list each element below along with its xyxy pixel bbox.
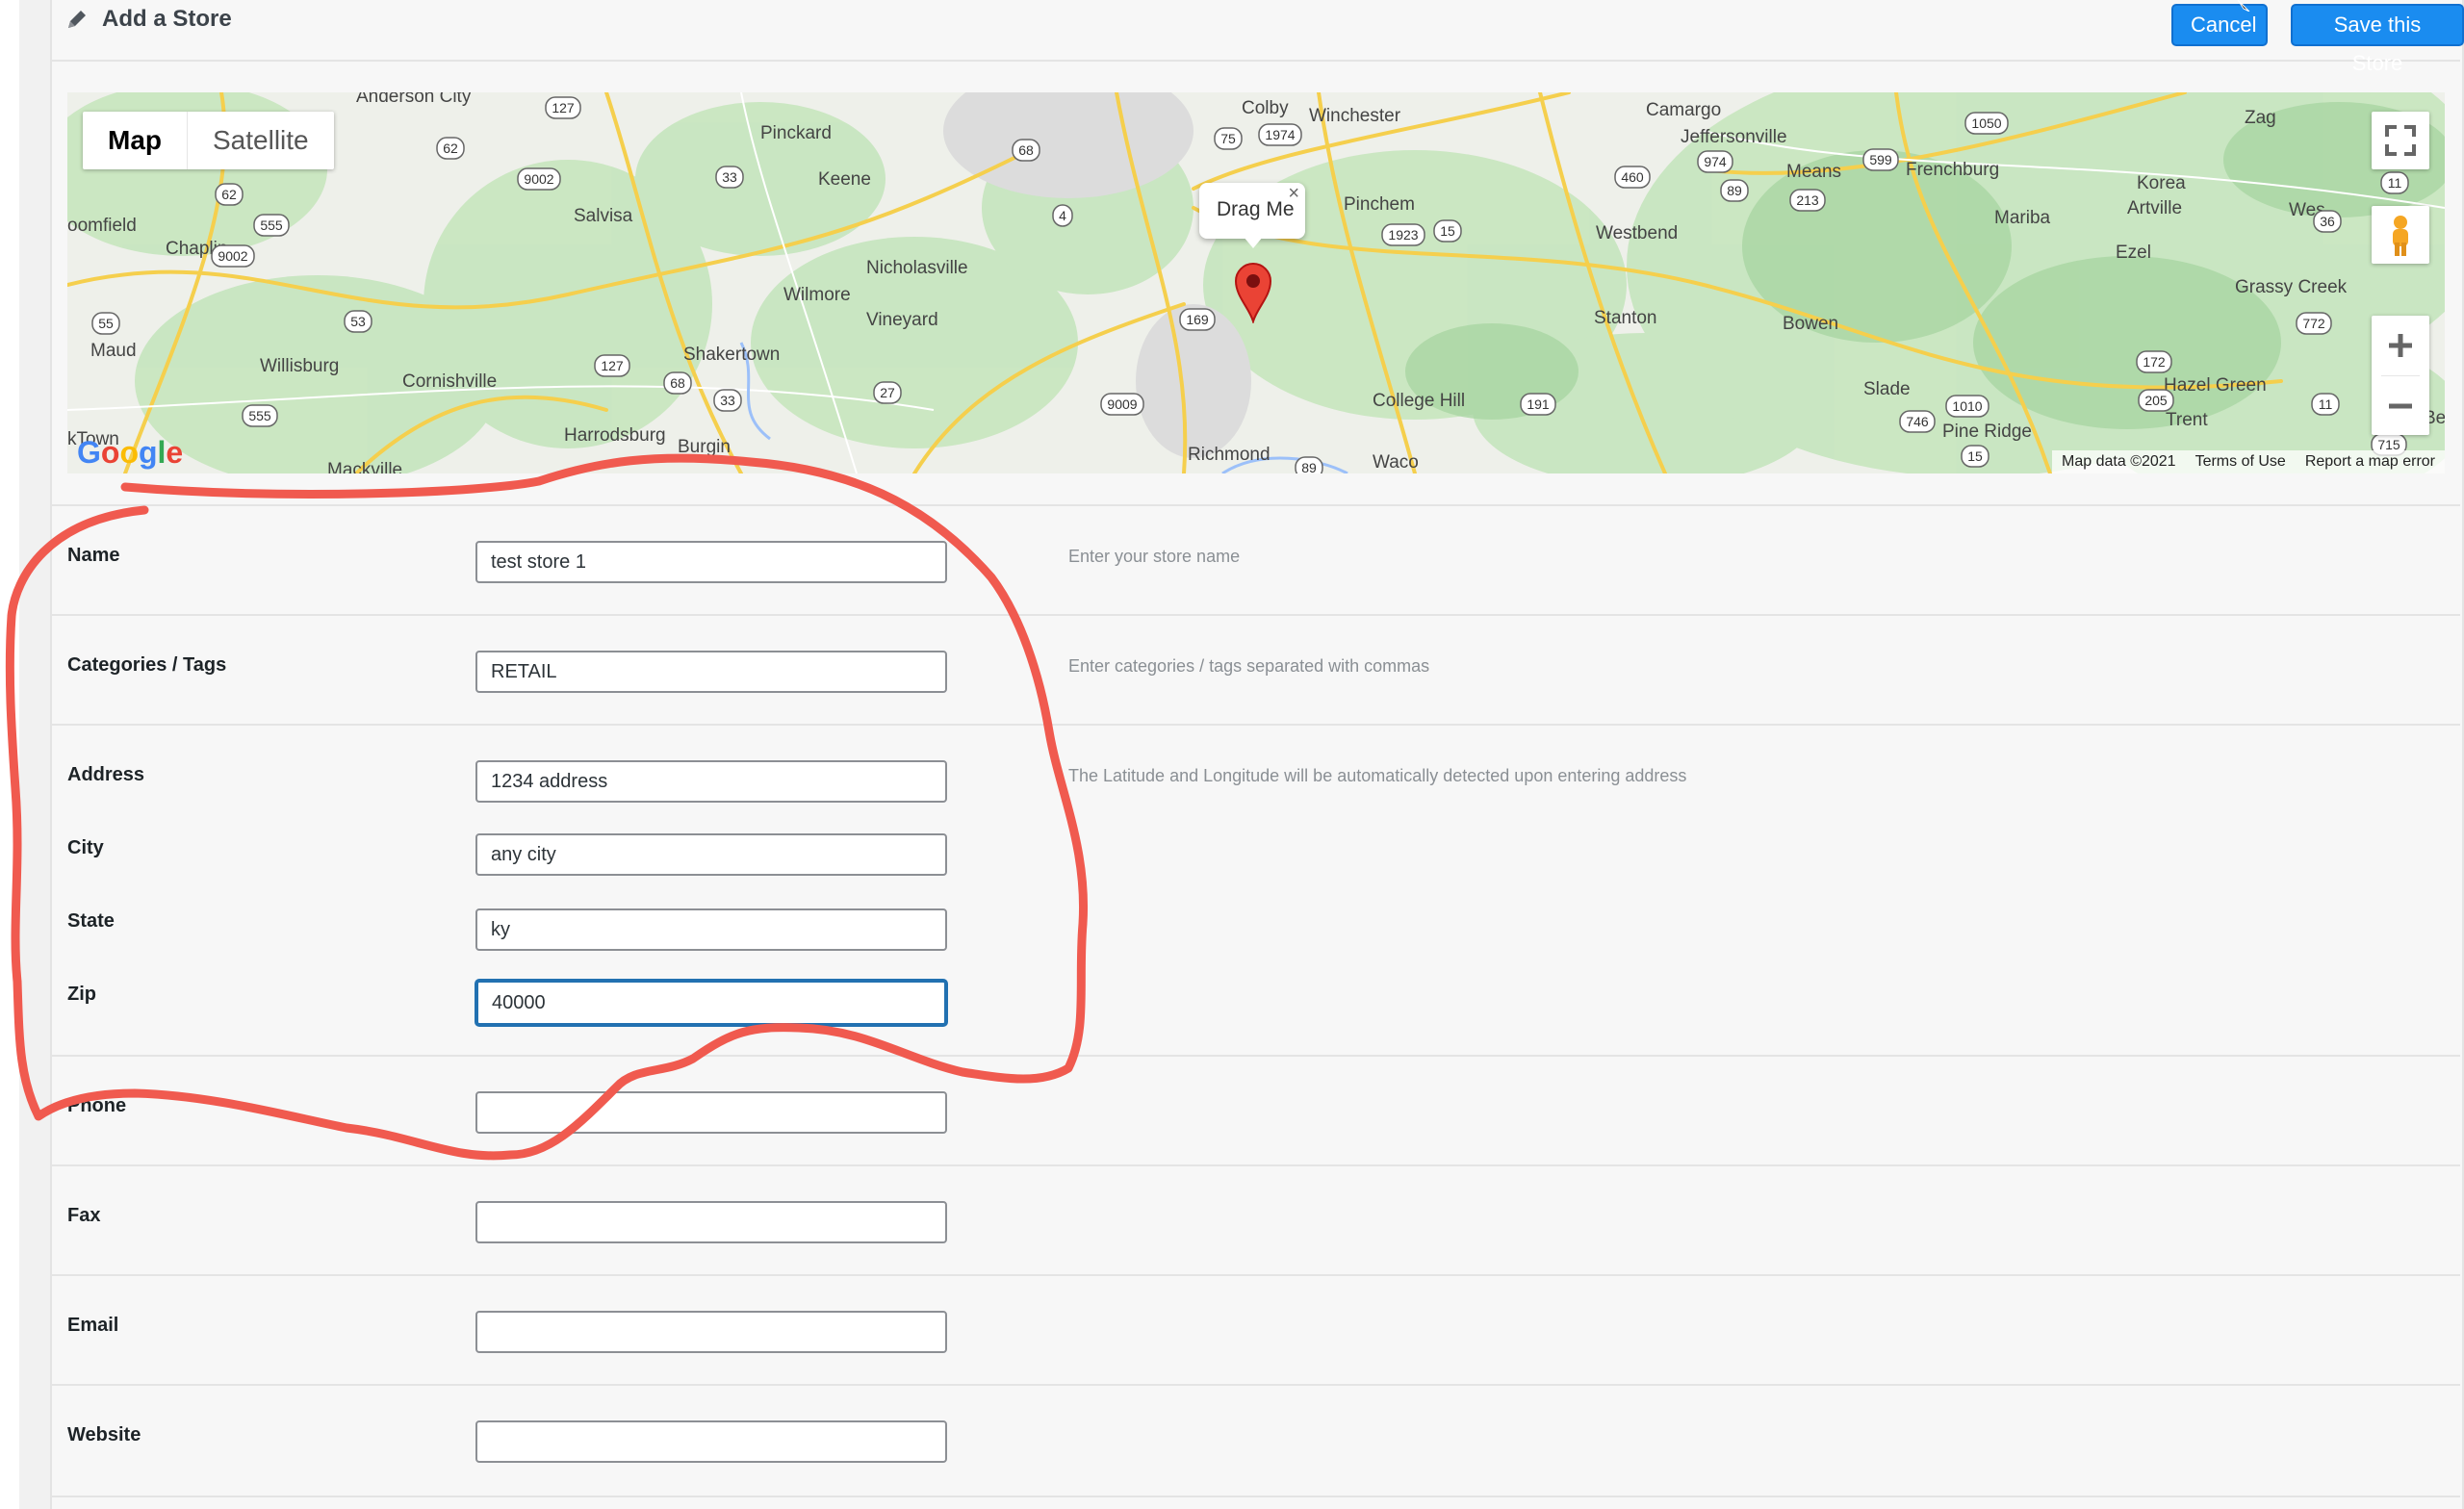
city-input[interactable] bbox=[475, 833, 947, 876]
street-view-pegman-button[interactable] bbox=[2372, 206, 2429, 264]
zoom-control bbox=[2372, 316, 2429, 435]
zip-input[interactable] bbox=[475, 980, 947, 1026]
fax-input[interactable] bbox=[475, 1201, 947, 1243]
store-location-map[interactable]: Anderson City Pinckard Keene Colby Winch… bbox=[67, 92, 2445, 473]
email-label: Email bbox=[67, 1315, 119, 1336]
map-type-map-button[interactable]: Map bbox=[83, 112, 188, 169]
minus-icon bbox=[2389, 403, 2412, 409]
road-shield-label: 746 bbox=[1906, 414, 1929, 429]
address-label: Address bbox=[67, 764, 145, 785]
map-marker-pin-icon[interactable] bbox=[1234, 262, 1272, 323]
phone-label: Phone bbox=[67, 1095, 127, 1116]
website-label: Website bbox=[67, 1424, 141, 1445]
road-shield-label: 68 bbox=[1018, 142, 1034, 158]
email-input[interactable] bbox=[475, 1311, 947, 1353]
categories-hint: Enter categories / tags separated with c… bbox=[1068, 656, 1430, 676]
categories-label: Categories / Tags bbox=[67, 654, 227, 676]
road-shield-label: 772 bbox=[2302, 316, 2325, 331]
road-shield-label: 127 bbox=[552, 100, 575, 115]
pegman-icon bbox=[2393, 216, 2408, 256]
save-store-button[interactable]: Save this Store bbox=[2291, 4, 2464, 75]
form-row-website: Website bbox=[50, 1384, 2460, 1497]
road-shield-label: 55 bbox=[98, 316, 114, 331]
state-label: State bbox=[67, 910, 115, 932]
road-shield-label: 27 bbox=[880, 385, 895, 400]
fullscreen-button[interactable] bbox=[2372, 112, 2429, 169]
road-shield-label: 68 bbox=[670, 375, 685, 391]
road-shield-label: 1974 bbox=[1265, 127, 1295, 142]
report-map-error-link[interactable]: Report a map error bbox=[2305, 450, 2435, 473]
road-shield-label: 33 bbox=[720, 393, 735, 408]
road-shield-label: 213 bbox=[1796, 192, 1819, 208]
info-window-tail bbox=[1244, 237, 1263, 248]
map-attribution: Map data ©2021 Terms of Use Report a map… bbox=[2052, 450, 2445, 473]
fax-label: Fax bbox=[67, 1205, 101, 1226]
road-shield-label: 11 bbox=[2319, 396, 2333, 412]
store-name-input[interactable] bbox=[475, 541, 947, 583]
city-label: City bbox=[67, 837, 104, 858]
website-input[interactable] bbox=[475, 1420, 947, 1463]
google-logo: Google bbox=[77, 435, 184, 470]
map-data-credit: Map data ©2021 bbox=[2062, 453, 2176, 470]
road-shield-label: 127 bbox=[601, 358, 624, 373]
marker-info-window: Drag Me × bbox=[1199, 183, 1305, 248]
road-shield-label: 75 bbox=[1220, 131, 1236, 146]
road-shield-label: 460 bbox=[1621, 169, 1644, 185]
road-shield-label: 89 bbox=[1301, 460, 1317, 473]
road-shield-label: 15 bbox=[1440, 223, 1455, 239]
road-shield-label: 15 bbox=[1967, 448, 1983, 464]
zoom-out-button[interactable] bbox=[2372, 376, 2429, 436]
terms-of-use-link[interactable]: Terms of Use bbox=[2195, 450, 2286, 473]
mouse-cursor-icon bbox=[2237, 0, 2250, 12]
road-shield-label: 191 bbox=[1527, 396, 1550, 412]
road-shield-label: 172 bbox=[2143, 354, 2166, 370]
road-shield-label: 53 bbox=[350, 314, 366, 329]
road-shield-label: 205 bbox=[2144, 393, 2168, 408]
form-row-categories: Categories / Tags Enter categories / tag… bbox=[50, 614, 2460, 726]
road-shield-label: 555 bbox=[260, 217, 283, 233]
road-shield-label: 555 bbox=[248, 408, 271, 423]
map-type-control: Map Satellite bbox=[83, 112, 334, 169]
form-row-email: Email bbox=[50, 1274, 2460, 1386]
form-row-name: Name Enter your store name bbox=[50, 504, 2460, 616]
form-row-address: Address The Latitude and Longitude will … bbox=[50, 724, 2460, 1057]
road-shield-label: 62 bbox=[443, 141, 458, 156]
road-shield-label: 36 bbox=[2320, 214, 2335, 229]
road-shield-label: 9002 bbox=[218, 248, 247, 264]
pencil-icon bbox=[68, 11, 86, 28]
road-shield-label: 974 bbox=[1704, 154, 1727, 169]
page-title-text: Add a Store bbox=[102, 6, 232, 32]
form-row-phone: Phone bbox=[50, 1055, 2460, 1166]
page-title: Add a Store bbox=[65, 6, 232, 33]
road-shield-label: 11 bbox=[2388, 175, 2402, 191]
map-type-satellite-button[interactable]: Satellite bbox=[188, 112, 334, 169]
road-shield-label: 9002 bbox=[524, 171, 553, 187]
address-input[interactable] bbox=[475, 760, 947, 803]
phone-input[interactable] bbox=[475, 1091, 947, 1134]
road-shield-label: 169 bbox=[1186, 312, 1209, 327]
road-shield-label: 1923 bbox=[1388, 227, 1418, 243]
form-row-fax: Fax bbox=[50, 1164, 2460, 1276]
road-shield-label: 62 bbox=[221, 187, 237, 202]
road-shield-label: 33 bbox=[722, 169, 737, 185]
plus-icon bbox=[2389, 334, 2412, 357]
road-shield-label: 4 bbox=[1059, 208, 1066, 223]
left-gutter bbox=[0, 0, 19, 1509]
state-input[interactable] bbox=[475, 908, 947, 951]
road-shield-label: 89 bbox=[1727, 183, 1742, 198]
road-shield-label: 1050 bbox=[1971, 115, 2001, 131]
page-header: Add a Store Cancel Save this Store bbox=[50, 0, 2464, 75]
name-hint: Enter your store name bbox=[1068, 547, 1241, 566]
name-label: Name bbox=[67, 545, 120, 566]
road-shield-label: 599 bbox=[1869, 152, 1892, 167]
info-window-text: Drag Me bbox=[1217, 198, 1295, 220]
address-hint: The Latitude and Longitude will be autom… bbox=[1068, 766, 1687, 785]
categories-input[interactable] bbox=[475, 651, 947, 693]
road-shield-label: 9009 bbox=[1107, 396, 1137, 412]
zip-label: Zip bbox=[67, 984, 96, 1005]
zoom-in-button[interactable] bbox=[2372, 316, 2429, 375]
close-icon[interactable]: × bbox=[1288, 183, 1299, 205]
road-shield-label: 1010 bbox=[1952, 398, 1982, 414]
fullscreen-icon bbox=[2385, 125, 2416, 156]
